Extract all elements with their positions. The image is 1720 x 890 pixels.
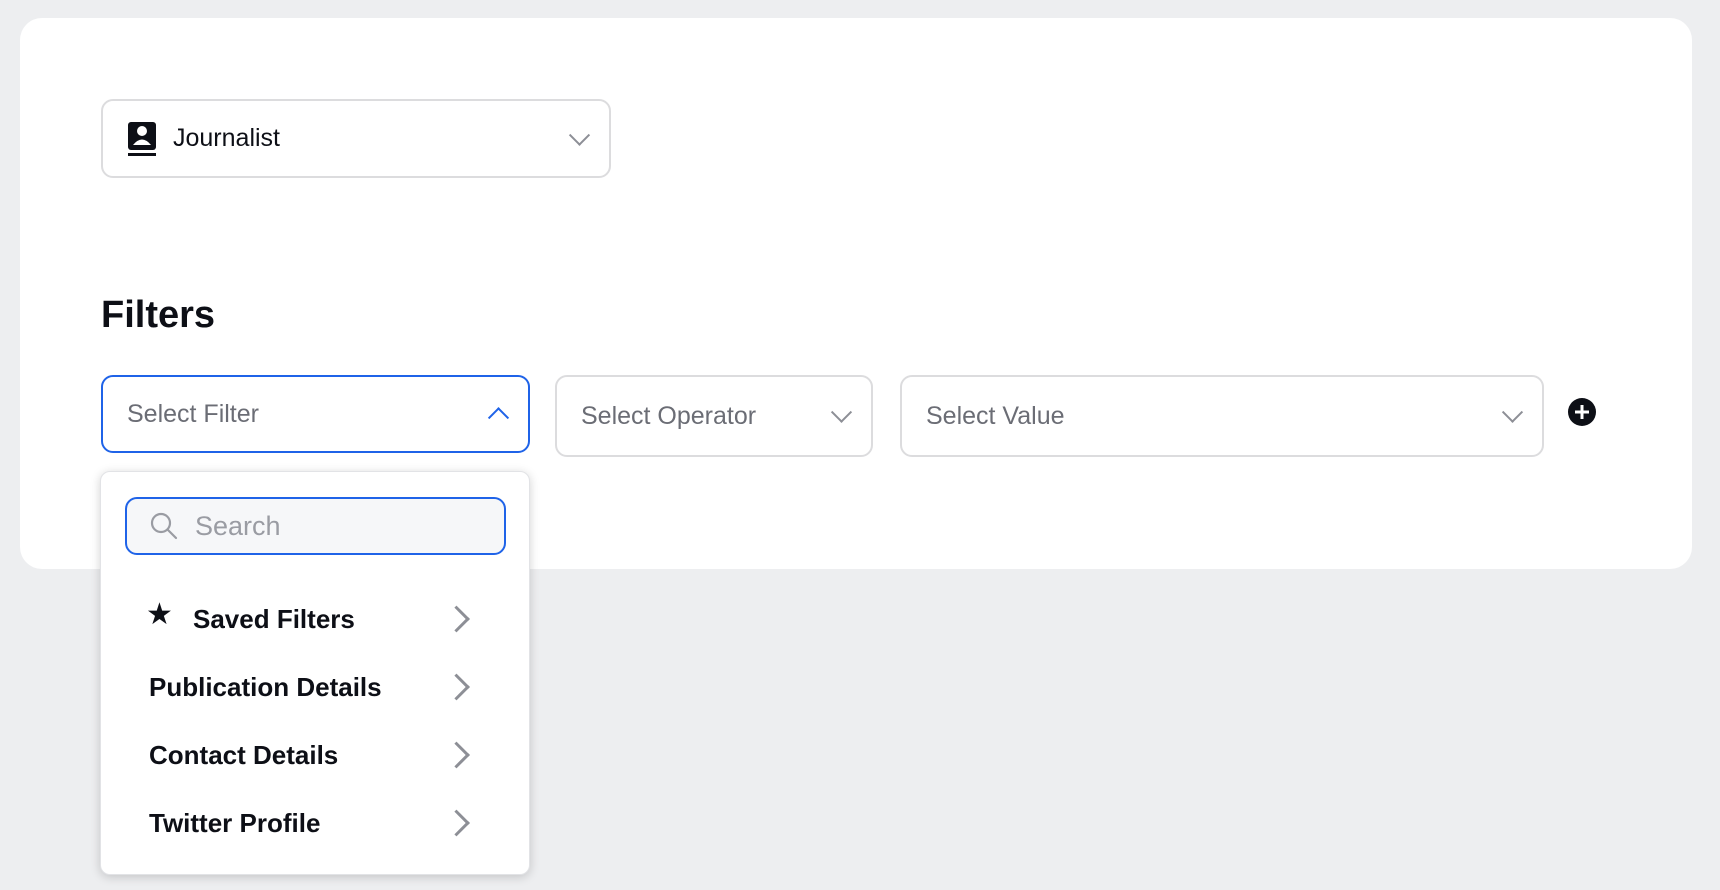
add-filter-button[interactable]	[1568, 398, 1596, 426]
filter-menu: ★ Saved Filters Publication Details Cont…	[100, 471, 530, 875]
select-operator-placeholder: Select Operator	[581, 401, 757, 430]
chevron-down-icon	[1501, 401, 1524, 423]
select-operator-dropdown[interactable]: Select Operator	[555, 375, 873, 457]
menu-item-contact-details[interactable]: Contact Details	[101, 724, 529, 786]
entity-type-select[interactable]: Journalist	[101, 99, 611, 178]
search-input[interactable]	[193, 509, 477, 543]
search-icon	[150, 512, 178, 540]
chevron-down-icon	[568, 124, 591, 146]
chevron-right-icon	[443, 673, 470, 701]
contact-book-icon	[128, 121, 156, 156]
chevron-up-icon	[487, 407, 510, 429]
filters-heading: Filters	[101, 294, 216, 336]
chevron-right-icon	[443, 605, 470, 633]
menu-item-label: Saved Filters	[193, 603, 355, 634]
menu-item-publication-details[interactable]: Publication Details	[101, 656, 529, 718]
select-filter-dropdown[interactable]: Select Filter	[101, 375, 530, 453]
chevron-right-icon	[443, 809, 470, 837]
select-value-placeholder: Select Value	[926, 401, 1065, 430]
star-icon: ★	[146, 598, 173, 631]
menu-item-twitter-profile[interactable]: Twitter Profile	[101, 792, 529, 854]
entity-type-value: Journalist	[173, 124, 280, 152]
menu-item-saved-filters[interactable]: ★ Saved Filters	[101, 588, 529, 650]
filter-search[interactable]	[125, 497, 506, 555]
chevron-down-icon	[830, 401, 853, 423]
menu-item-label: Publication Details	[149, 671, 382, 702]
select-filter-placeholder: Select Filter	[127, 399, 259, 428]
chevron-right-icon	[443, 741, 470, 769]
menu-item-label: Contact Details	[149, 739, 339, 770]
select-value-dropdown[interactable]: Select Value	[900, 375, 1544, 457]
menu-item-label: Twitter Profile	[149, 807, 321, 838]
